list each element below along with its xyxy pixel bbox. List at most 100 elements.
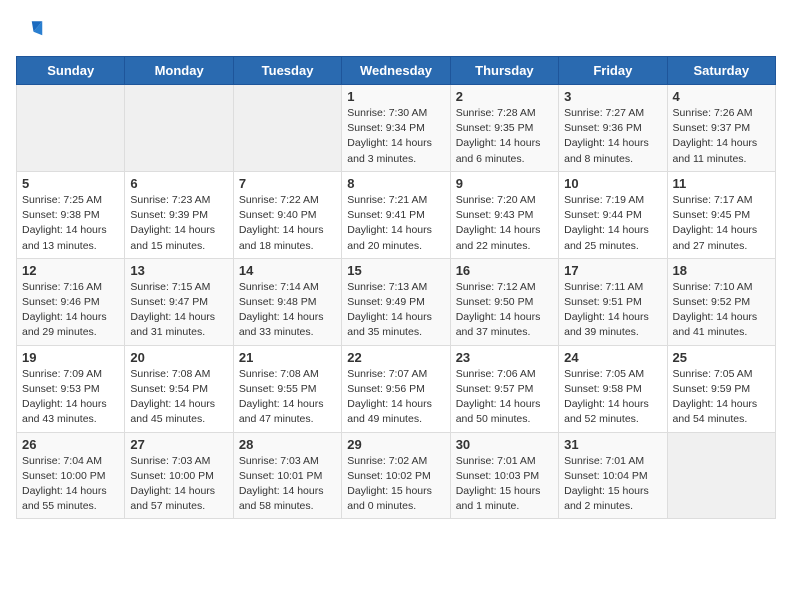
weekday-header-row: SundayMondayTuesdayWednesdayThursdayFrid… xyxy=(17,57,776,85)
calendar-week-2: 5 Sunrise: 7:25 AM Sunset: 9:38 PM Daylig… xyxy=(17,171,776,258)
calendar-cell: 13 Sunrise: 7:15 AM Sunset: 9:47 PM Dayli… xyxy=(125,258,233,345)
day-number: 6 xyxy=(130,176,227,191)
day-info: Sunrise: 7:05 AM Sunset: 9:59 PM Dayligh… xyxy=(673,367,770,428)
calendar-week-1: 1 Sunrise: 7:30 AM Sunset: 9:34 PM Daylig… xyxy=(17,85,776,172)
calendar-cell: 22 Sunrise: 7:07 AM Sunset: 9:56 PM Dayli… xyxy=(342,345,450,432)
day-info: Sunrise: 7:15 AM Sunset: 9:47 PM Dayligh… xyxy=(130,280,227,341)
calendar-cell: 7Sunrise: 7:22 AM Sunset: 9:40 PM Daylig… xyxy=(233,171,341,258)
day-info: Sunrise: 7:16 AM Sunset: 9:46 PM Dayligh… xyxy=(22,280,119,341)
day-info: Sunrise: 7:03 AM Sunset: 10:01 PM Daylig… xyxy=(239,454,336,515)
day-number: 17 xyxy=(564,263,661,278)
day-number: 28 xyxy=(239,437,336,452)
calendar-cell: 21Sunrise: 7:08 AM Sunset: 9:55 PM Dayli… xyxy=(233,345,341,432)
day-info: Sunrise: 7:08 AM Sunset: 9:54 PM Dayligh… xyxy=(130,367,227,428)
calendar-cell: 5 Sunrise: 7:25 AM Sunset: 9:38 PM Daylig… xyxy=(17,171,125,258)
calendar-cell: 16 Sunrise: 7:12 AM Sunset: 9:50 PM Dayli… xyxy=(450,258,558,345)
day-info: Sunrise: 7:26 AM Sunset: 9:37 PM Dayligh… xyxy=(673,106,770,167)
day-info: Sunrise: 7:01 AM Sunset: 10:04 PM Daylig… xyxy=(564,454,661,515)
day-info: Sunrise: 7:04 AM Sunset: 10:00 PM Daylig… xyxy=(22,454,119,515)
calendar-cell xyxy=(125,85,233,172)
calendar-cell xyxy=(17,85,125,172)
calendar-cell: 15 Sunrise: 7:13 AM Sunset: 9:49 PM Dayli… xyxy=(342,258,450,345)
calendar-cell xyxy=(233,85,341,172)
day-number: 18 xyxy=(673,263,770,278)
calendar-cell: 6Sunrise: 7:23 AM Sunset: 9:39 PM Daylig… xyxy=(125,171,233,258)
calendar-cell: 26 Sunrise: 7:04 AM Sunset: 10:00 PM Dayl… xyxy=(17,432,125,519)
weekday-header-thursday: Thursday xyxy=(450,57,558,85)
day-number: 24 xyxy=(564,350,661,365)
day-number: 5 xyxy=(22,176,119,191)
day-number: 13 xyxy=(130,263,227,278)
calendar-cell xyxy=(667,432,775,519)
calendar-week-4: 19 Sunrise: 7:09 AM Sunset: 9:53 PM Dayli… xyxy=(17,345,776,432)
calendar-cell: 2 Sunrise: 7:28 AM Sunset: 9:35 PM Daylig… xyxy=(450,85,558,172)
calendar-cell: 9 Sunrise: 7:20 AM Sunset: 9:43 PM Daylig… xyxy=(450,171,558,258)
weekday-header-sunday: Sunday xyxy=(17,57,125,85)
weekday-header-wednesday: Wednesday xyxy=(342,57,450,85)
weekday-header-tuesday: Tuesday xyxy=(233,57,341,85)
calendar-cell: 23 Sunrise: 7:06 AM Sunset: 9:57 PM Dayli… xyxy=(450,345,558,432)
day-number: 14 xyxy=(239,263,336,278)
day-number: 12 xyxy=(22,263,119,278)
calendar-cell: 17 Sunrise: 7:11 AM Sunset: 9:51 PM Dayli… xyxy=(559,258,667,345)
day-number: 3 xyxy=(564,89,661,104)
weekday-header-saturday: Saturday xyxy=(667,57,775,85)
day-info: Sunrise: 7:28 AM Sunset: 9:35 PM Dayligh… xyxy=(456,106,553,167)
calendar-cell: 24 Sunrise: 7:05 AM Sunset: 9:58 PM Dayli… xyxy=(559,345,667,432)
day-number: 7 xyxy=(239,176,336,191)
weekday-header-monday: Monday xyxy=(125,57,233,85)
day-info: Sunrise: 7:25 AM Sunset: 9:38 PM Dayligh… xyxy=(22,193,119,254)
day-info: Sunrise: 7:21 AM Sunset: 9:41 PM Dayligh… xyxy=(347,193,444,254)
day-info: Sunrise: 7:07 AM Sunset: 9:56 PM Dayligh… xyxy=(347,367,444,428)
day-number: 30 xyxy=(456,437,553,452)
day-info: Sunrise: 7:27 AM Sunset: 9:36 PM Dayligh… xyxy=(564,106,661,167)
logo xyxy=(16,16,44,44)
calendar-cell: 19 Sunrise: 7:09 AM Sunset: 9:53 PM Dayli… xyxy=(17,345,125,432)
calendar-cell: 18 Sunrise: 7:10 AM Sunset: 9:52 PM Dayli… xyxy=(667,258,775,345)
day-info: Sunrise: 7:09 AM Sunset: 9:53 PM Dayligh… xyxy=(22,367,119,428)
calendar-cell: 3 Sunrise: 7:27 AM Sunset: 9:36 PM Daylig… xyxy=(559,85,667,172)
day-info: Sunrise: 7:11 AM Sunset: 9:51 PM Dayligh… xyxy=(564,280,661,341)
calendar-cell: 14 Sunrise: 7:14 AM Sunset: 9:48 PM Dayli… xyxy=(233,258,341,345)
day-number: 27 xyxy=(130,437,227,452)
day-info: Sunrise: 7:02 AM Sunset: 10:02 PM Daylig… xyxy=(347,454,444,515)
day-number: 1 xyxy=(347,89,444,104)
day-info: Sunrise: 7:03 AM Sunset: 10:00 PM Daylig… xyxy=(130,454,227,515)
day-number: 23 xyxy=(456,350,553,365)
day-number: 16 xyxy=(456,263,553,278)
day-info: Sunrise: 7:10 AM Sunset: 9:52 PM Dayligh… xyxy=(673,280,770,341)
day-number: 8 xyxy=(347,176,444,191)
calendar-cell: 1 Sunrise: 7:30 AM Sunset: 9:34 PM Daylig… xyxy=(342,85,450,172)
calendar-cell: 11 Sunrise: 7:17 AM Sunset: 9:45 PM Dayli… xyxy=(667,171,775,258)
weekday-header-friday: Friday xyxy=(559,57,667,85)
day-number: 22 xyxy=(347,350,444,365)
day-info: Sunrise: 7:05 AM Sunset: 9:58 PM Dayligh… xyxy=(564,367,661,428)
day-number: 26 xyxy=(22,437,119,452)
day-info: Sunrise: 7:30 AM Sunset: 9:34 PM Dayligh… xyxy=(347,106,444,167)
calendar-cell: 29Sunrise: 7:02 AM Sunset: 10:02 PM Dayl… xyxy=(342,432,450,519)
day-info: Sunrise: 7:12 AM Sunset: 9:50 PM Dayligh… xyxy=(456,280,553,341)
day-info: Sunrise: 7:06 AM Sunset: 9:57 PM Dayligh… xyxy=(456,367,553,428)
calendar-week-3: 12 Sunrise: 7:16 AM Sunset: 9:46 PM Dayli… xyxy=(17,258,776,345)
calendar-week-5: 26 Sunrise: 7:04 AM Sunset: 10:00 PM Dayl… xyxy=(17,432,776,519)
day-number: 20 xyxy=(130,350,227,365)
day-info: Sunrise: 7:19 AM Sunset: 9:44 PM Dayligh… xyxy=(564,193,661,254)
calendar-cell: 27 Sunrise: 7:03 AM Sunset: 10:00 PM Dayl… xyxy=(125,432,233,519)
calendar-cell: 25Sunrise: 7:05 AM Sunset: 9:59 PM Dayli… xyxy=(667,345,775,432)
day-info: Sunrise: 7:20 AM Sunset: 9:43 PM Dayligh… xyxy=(456,193,553,254)
day-number: 11 xyxy=(673,176,770,191)
day-number: 15 xyxy=(347,263,444,278)
day-info: Sunrise: 7:17 AM Sunset: 9:45 PM Dayligh… xyxy=(673,193,770,254)
day-number: 2 xyxy=(456,89,553,104)
day-info: Sunrise: 7:01 AM Sunset: 10:03 PM Daylig… xyxy=(456,454,553,515)
calendar-cell: 12 Sunrise: 7:16 AM Sunset: 9:46 PM Dayli… xyxy=(17,258,125,345)
calendar-cell: 31 Sunrise: 7:01 AM Sunset: 10:04 PM Dayl… xyxy=(559,432,667,519)
day-number: 10 xyxy=(564,176,661,191)
day-number: 31 xyxy=(564,437,661,452)
day-info: Sunrise: 7:14 AM Sunset: 9:48 PM Dayligh… xyxy=(239,280,336,341)
calendar-cell: 10 Sunrise: 7:19 AM Sunset: 9:44 PM Dayli… xyxy=(559,171,667,258)
day-number: 9 xyxy=(456,176,553,191)
calendar-cell: 20 Sunrise: 7:08 AM Sunset: 9:54 PM Dayli… xyxy=(125,345,233,432)
day-number: 19 xyxy=(22,350,119,365)
day-info: Sunrise: 7:13 AM Sunset: 9:49 PM Dayligh… xyxy=(347,280,444,341)
